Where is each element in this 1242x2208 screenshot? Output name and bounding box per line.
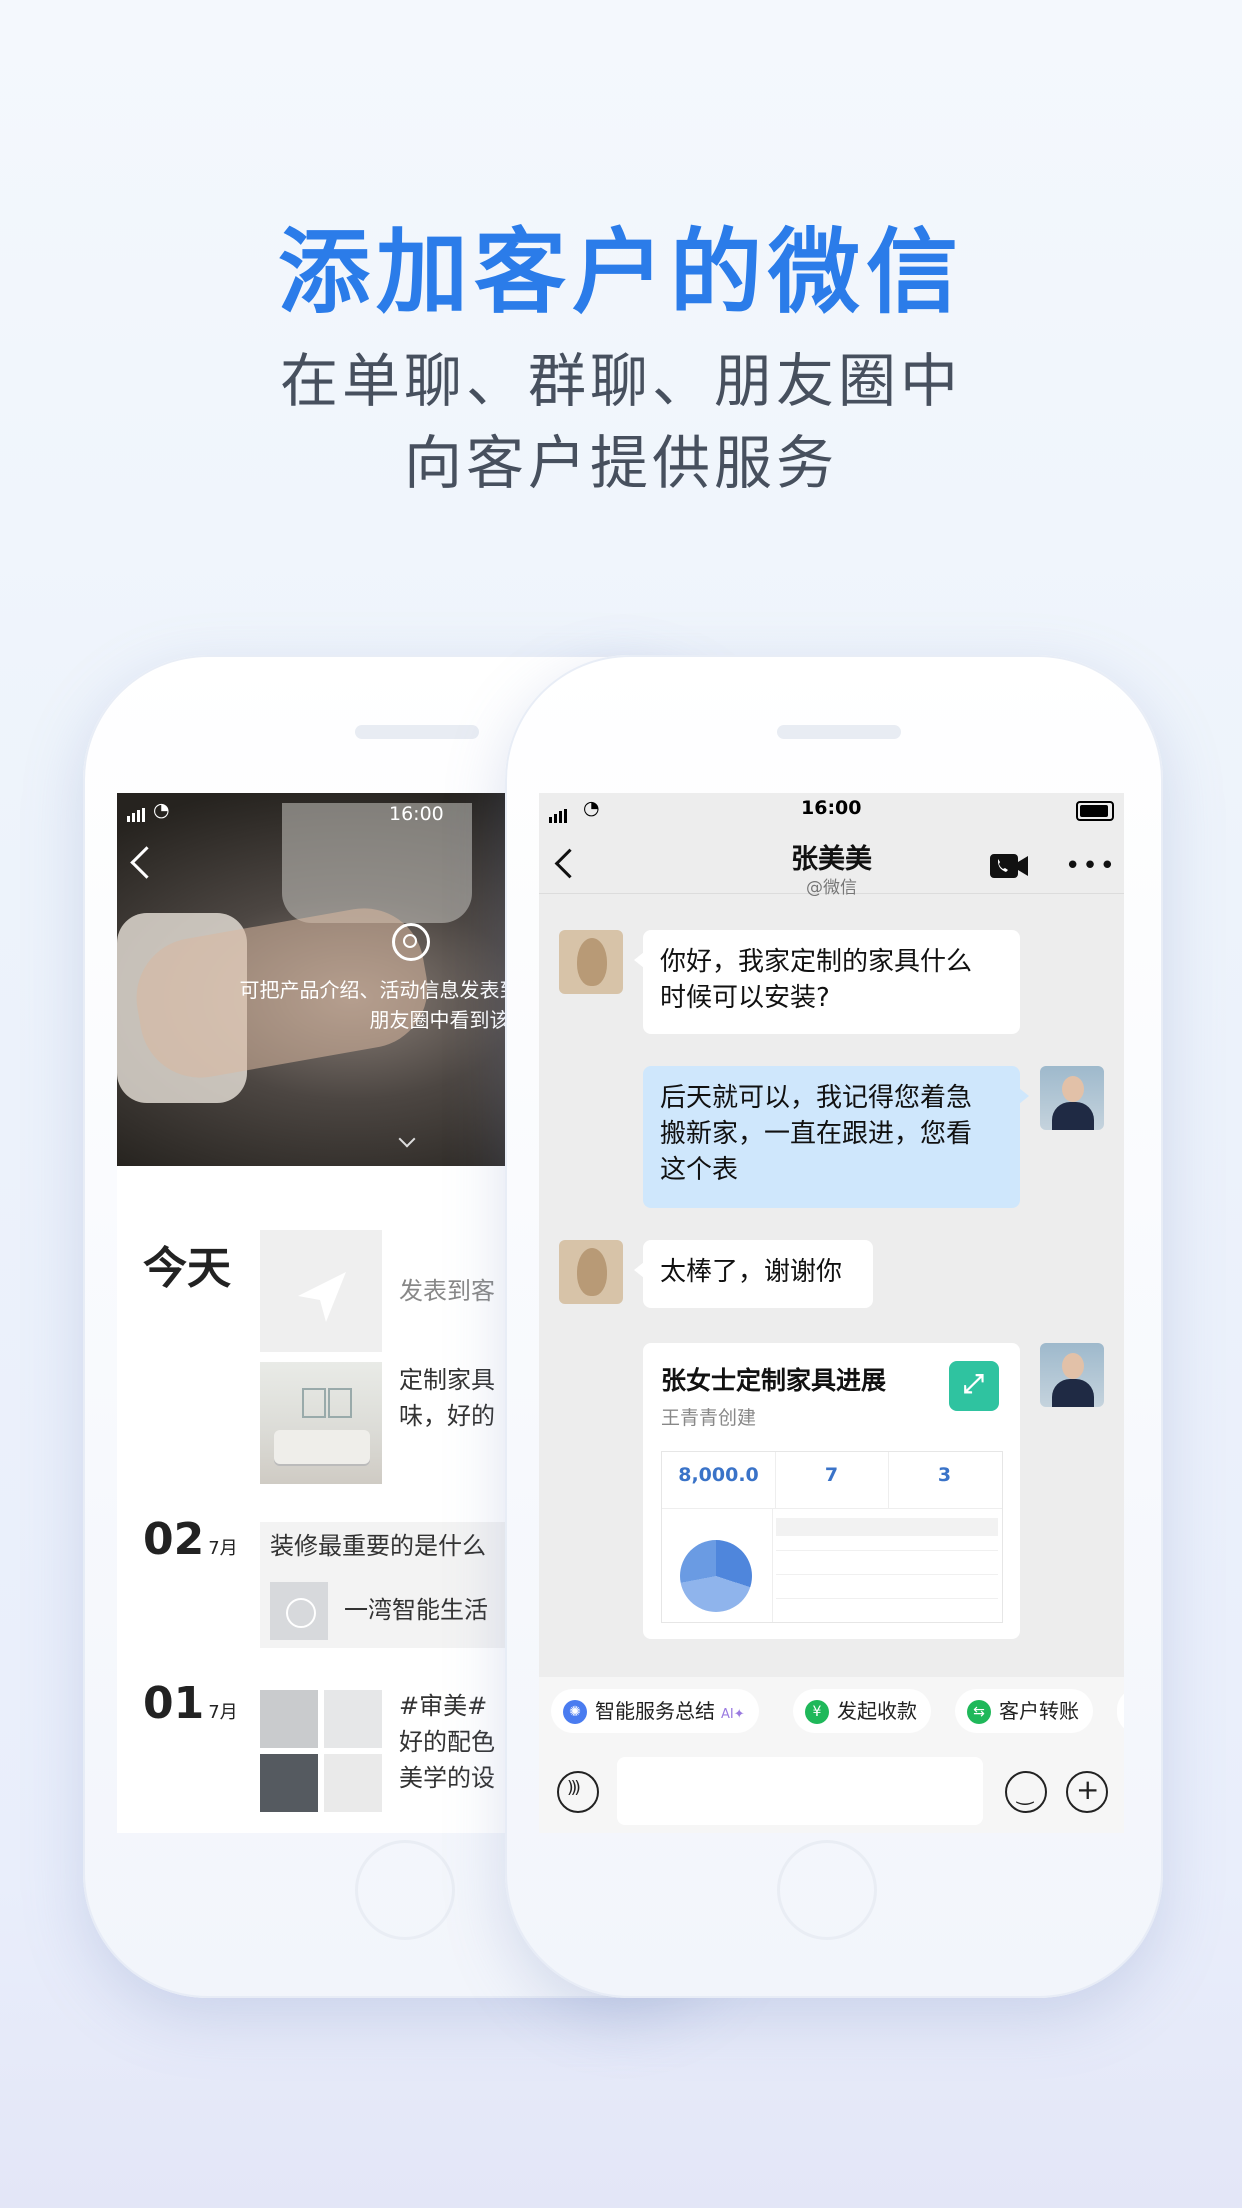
home-button — [355, 1840, 455, 1940]
video-thumbnail — [270, 1582, 328, 1640]
stat-value: 3 — [937, 1464, 952, 1486]
product-photo[interactable] — [324, 1690, 382, 1748]
yuan-icon: ¥ — [805, 1700, 829, 1724]
video-post-title: 装修最重要的是什么 — [270, 1532, 486, 1560]
hero-subtitle-line1: 在单聊、群聊、朋友圈中 — [279, 347, 962, 415]
smart-summary-chip[interactable]: ✺ 智能服务总结 AI✦ — [551, 1689, 759, 1733]
chip-label: 智能服务总结 — [595, 1699, 715, 1723]
battery-icon — [1076, 801, 1114, 821]
card-title: 张女士定制家具进展 — [661, 1366, 887, 1395]
camera-shutter-icon[interactable] — [392, 923, 430, 961]
feed-date-01: 01 7月 — [143, 1678, 238, 1729]
signal-icon — [127, 800, 147, 822]
stat-cell: 7 — [775, 1452, 889, 1508]
chevron-down-icon[interactable] — [398, 1130, 416, 1148]
send-post-thumbnail[interactable] — [260, 1230, 382, 1352]
message-text-line: 搬新家，一直在跟进，您看 — [660, 1119, 973, 1149]
hero-title: 添加客户的微信 — [277, 219, 964, 326]
chat-phone-mockup: ◔ 16:00 张美美 @微信 ••• 你好，我家定制的家具什么 时候可以安装?… — [505, 655, 1163, 1998]
hero-subtitle-line2: 向客户提供服务 — [403, 429, 838, 497]
living-room-photo[interactable] — [260, 1362, 382, 1484]
plus-icon[interactable] — [1066, 1771, 1108, 1813]
voice-input-icon[interactable] — [557, 1771, 599, 1813]
sparkle-icon: ✺ — [563, 1700, 587, 1724]
spreadsheet-app-icon: ⤢ — [949, 1361, 999, 1411]
message-bubble-customer[interactable]: 太棒了，谢谢你 — [634, 1240, 873, 1308]
message-text-line: 时候可以安装? — [660, 983, 830, 1013]
card-creator: 王青青创建 — [661, 1407, 757, 1429]
feed-text-line3: 美学的设 — [399, 1764, 495, 1792]
stat-value: 7 — [824, 1464, 839, 1486]
message-text-line: 这个表 — [660, 1155, 739, 1185]
product-photo[interactable] — [260, 1754, 318, 1812]
feed-day-today: 今天 — [143, 1243, 231, 1294]
spreadsheet-share-card[interactable]: 张女士定制家具进展 王青青创建 ⤢ 8,000.0 7 3 — [643, 1343, 1020, 1639]
agent-avatar[interactable] — [1040, 1343, 1104, 1407]
signal-icon — [549, 801, 569, 823]
home-button — [777, 1840, 877, 1940]
stat-value: 8,000.0 — [678, 1464, 759, 1486]
quick-action-bar: ✺ 智能服务总结 AI✦ ¥ 发起收款 ⇆ 客户转账 — [539, 1677, 1124, 1737]
message-text-line: 你好，我家定制的家具什么 — [660, 947, 973, 977]
chat-screen: ◔ 16:00 张美美 @微信 ••• 你好，我家定制的家具什么 时候可以安装?… — [539, 793, 1124, 1833]
phone-speaker — [355, 725, 479, 739]
feed-date-month: 7月 — [208, 1702, 238, 1723]
chat-input-bar — [539, 1737, 1124, 1833]
status-time: 16:00 — [389, 803, 444, 825]
phone-speaker — [777, 725, 901, 739]
collect-payment-chip[interactable]: ¥ 发起收款 — [793, 1689, 931, 1733]
back-icon[interactable] — [130, 846, 163, 879]
message-text-line: 后天就可以，我记得您着急 — [660, 1083, 973, 1113]
agent-avatar[interactable] — [1040, 1066, 1104, 1130]
customer-avatar[interactable] — [559, 930, 623, 994]
feed-text-line1: #审美# — [399, 1692, 488, 1720]
feed-post-prompt[interactable]: 发表到客 — [399, 1273, 495, 1309]
status-bar: ◔ 16:00 — [539, 793, 1124, 823]
chip-label: 发起收款 — [837, 1699, 917, 1723]
ai-badge: AI✦ — [721, 1707, 745, 1722]
video-source-name: 一湾智能生活 — [344, 1596, 488, 1624]
emoji-icon[interactable] — [1005, 1771, 1047, 1813]
message-bubble-customer[interactable]: 你好，我家定制的家具什么 时候可以安装? — [634, 930, 1020, 1034]
feed-date-day: 02 — [143, 1514, 205, 1565]
stat-cell: 3 — [888, 1452, 1001, 1508]
more-icon[interactable]: ••• — [1065, 853, 1117, 879]
feed-text-line2: 好的配色 — [399, 1728, 495, 1756]
customer-transfer-chip[interactable]: ⇆ 客户转账 — [955, 1689, 1093, 1733]
video-call-icon[interactable] — [989, 853, 1029, 879]
table-header — [776, 1518, 998, 1536]
paper-plane-icon — [298, 1272, 346, 1322]
stat-cell: 8,000.0 — [662, 1452, 776, 1508]
feed-text-line2: 味，好的 — [399, 1402, 495, 1430]
contact-name: 张美美 — [791, 844, 872, 875]
customer-avatar[interactable] — [559, 1240, 623, 1304]
chip-label: 客户转账 — [999, 1699, 1079, 1723]
feed-date-02: 02 7月 — [143, 1514, 238, 1565]
feed-date-day: 01 — [143, 1678, 205, 1729]
feed-text-line1: 定制家具 — [399, 1366, 495, 1394]
wifi-icon: ◔ — [153, 799, 170, 821]
chat-header: 张美美 @微信 ••• — [539, 823, 1124, 898]
wifi-icon: ◔ — [583, 797, 600, 819]
product-photo[interactable] — [260, 1690, 318, 1748]
transfer-icon: ⇆ — [967, 1700, 991, 1724]
spreadsheet-preview: 8,000.0 7 3 — [661, 1451, 1003, 1623]
hero-subtitle: 在单聊、群聊、朋友圈中 向客户提供服务 — [0, 340, 1242, 504]
feed-date-month: 7月 — [208, 1538, 238, 1559]
contact-source: @微信 — [806, 878, 857, 898]
more-chip[interactable] — [1117, 1689, 1124, 1733]
pie-chart-thumbnail — [680, 1540, 752, 1612]
message-input[interactable] — [617, 1757, 983, 1825]
play-icon — [286, 1598, 316, 1628]
product-photo[interactable] — [324, 1754, 382, 1812]
message-bubble-agent[interactable]: 后天就可以，我记得您着急 搬新家，一直在跟进，您看 这个表 — [643, 1066, 1029, 1208]
status-time: 16:00 — [801, 797, 862, 819]
